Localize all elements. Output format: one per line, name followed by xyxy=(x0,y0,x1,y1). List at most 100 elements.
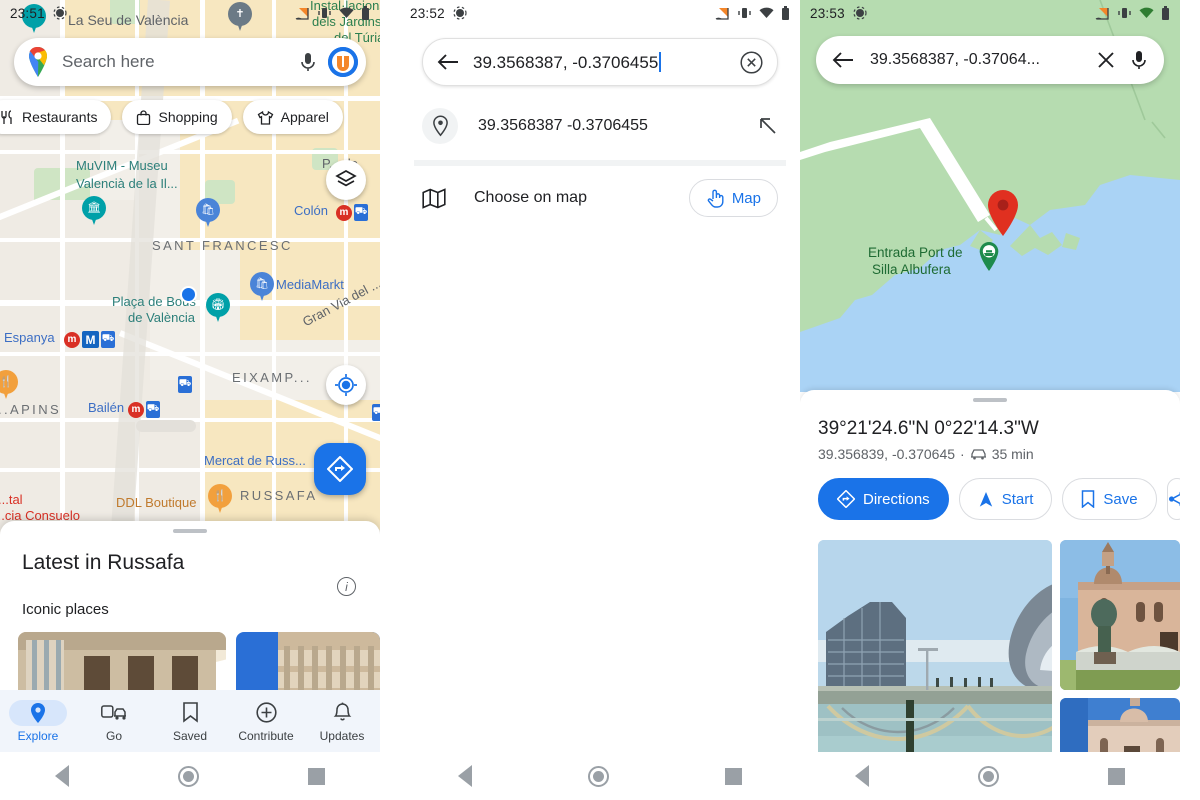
chip-label: Restaurants xyxy=(22,109,98,125)
meta-separator: · xyxy=(960,446,965,462)
clear-circle-icon[interactable] xyxy=(740,50,763,74)
map-label: Espanya xyxy=(4,330,55,345)
my-location-button[interactable] xyxy=(326,365,366,405)
save-button[interactable]: Save xyxy=(1062,478,1157,520)
tab-updates[interactable]: Updates xyxy=(304,700,380,743)
battery-icon xyxy=(1161,6,1170,20)
suggestion-row-coordinates[interactable]: 39.3568387 -0.3706455 xyxy=(400,100,800,152)
close-x-icon[interactable] xyxy=(1096,50,1116,70)
map-label: Mercat de Russ... xyxy=(204,453,306,468)
map-label: MediaMarkt xyxy=(276,277,344,292)
share-icon xyxy=(1168,490,1180,508)
back-arrow-icon[interactable] xyxy=(832,51,854,69)
map-chip-button[interactable]: Map xyxy=(688,179,778,217)
save-label: Save xyxy=(1103,490,1138,508)
map-pin-restaurant[interactable]: 🍴 xyxy=(0,370,18,402)
home-button[interactable] xyxy=(977,765,999,787)
tab-explore[interactable]: Explore xyxy=(0,699,76,743)
directions-icon xyxy=(837,490,855,508)
suggestion-text: 39.3568387 -0.3706455 xyxy=(478,117,648,134)
search-input[interactable]: Search here xyxy=(62,52,298,72)
directions-fab[interactable] xyxy=(314,443,366,495)
map-label: de València xyxy=(128,310,195,325)
home-button[interactable] xyxy=(177,765,199,787)
map-layers-button[interactable] xyxy=(326,160,366,200)
sheet-grabber[interactable] xyxy=(973,398,1007,402)
microphone-icon[interactable] xyxy=(298,51,318,73)
travel-time: 35 min xyxy=(991,446,1034,462)
map-pin-mediamarkt[interactable]: 🛍 xyxy=(250,272,274,304)
map-label: Entrada Port de xyxy=(868,245,963,260)
map-pin-restaurant[interactable]: 🍴 xyxy=(208,484,232,516)
photo-thumbnail[interactable] xyxy=(1060,540,1180,690)
home-button[interactable] xyxy=(588,765,609,787)
tab-label: Contribute xyxy=(238,728,294,743)
transit-badge-bailen[interactable]: m ⛟ xyxy=(128,401,160,418)
tab-saved[interactable]: Saved xyxy=(152,700,228,743)
choose-on-map-row[interactable]: Choose on map Map xyxy=(400,172,800,224)
vibrate-icon xyxy=(737,7,752,19)
back-button[interactable] xyxy=(458,765,472,787)
google-maps-logo-icon xyxy=(26,47,50,77)
search-input-value[interactable]: 39.3568387, -0.37064... xyxy=(870,51,1096,69)
map-label: Valencià de la Il... xyxy=(76,176,178,191)
map-pin-port-entrance[interactable] xyxy=(978,242,1000,272)
map-label: MuVIM - Museu xyxy=(76,158,168,173)
red-map-pin[interactable] xyxy=(986,190,1020,236)
transit-badge-espanya[interactable]: m M ⛟ xyxy=(64,331,115,348)
chip-shopping[interactable]: Shopping xyxy=(122,100,232,134)
chip-restaurants[interactable]: Restaurants xyxy=(0,100,112,134)
directions-button[interactable]: Directions xyxy=(818,478,949,520)
transit-badge[interactable]: ⛟ xyxy=(372,404,380,421)
gps-icon xyxy=(453,6,467,20)
cast-icon xyxy=(295,7,310,20)
back-button[interactable] xyxy=(854,765,869,787)
tab-go[interactable]: Go xyxy=(76,700,152,743)
transit-badge[interactable]: ⛟ xyxy=(178,376,192,393)
gps-icon xyxy=(853,6,867,20)
map-label: Colón xyxy=(294,203,328,218)
search-input[interactable]: 39.3568387, -0.3706455 xyxy=(473,51,740,73)
place-photo-grid xyxy=(818,540,1180,752)
place-details-sheet[interactable]: 39°21'24.6"N 0°22'14.3"W 39.356839, -0.3… xyxy=(800,390,1180,752)
cast-icon xyxy=(715,7,730,20)
photo-thumbnail[interactable] xyxy=(818,540,1052,752)
back-arrow-icon[interactable] xyxy=(437,53,459,71)
microphone-icon[interactable] xyxy=(1130,49,1148,71)
recents-button[interactable] xyxy=(308,767,326,785)
account-avatar[interactable] xyxy=(328,47,358,77)
arrow-up-left-icon[interactable] xyxy=(758,116,778,136)
map-chip-label: Map xyxy=(731,189,761,207)
search-bar[interactable]: 39.3568387, -0.37064... xyxy=(816,36,1164,84)
info-icon[interactable]: i xyxy=(337,577,356,596)
map-label: DDL Boutique xyxy=(116,495,197,510)
map-pin-shop[interactable]: 🛍 xyxy=(196,198,220,230)
cast-icon xyxy=(1095,7,1110,20)
map-pin-museum[interactable]: 🏛 xyxy=(82,196,106,228)
map-label: ...APINS xyxy=(0,402,62,417)
chip-label: Apparel xyxy=(280,109,329,125)
map-label: Bailén xyxy=(88,400,125,415)
chip-apparel[interactable]: Apparel xyxy=(242,100,343,134)
tab-label: Explore xyxy=(17,728,59,743)
map-label: Silla Albufera xyxy=(872,262,951,277)
restaurant-icon xyxy=(0,109,15,125)
search-bar[interactable]: 39.3568387, -0.3706455 xyxy=(422,38,778,86)
back-button[interactable] xyxy=(54,765,69,787)
transit-badge-colon[interactable]: m ⛟ xyxy=(336,204,368,221)
text-caret xyxy=(659,51,662,72)
vibrate-icon xyxy=(317,7,332,19)
bell-icon xyxy=(313,700,371,726)
recents-button[interactable] xyxy=(725,767,742,785)
share-button[interactable] xyxy=(1166,478,1180,520)
search-bar[interactable]: Search here xyxy=(14,38,366,86)
start-button[interactable]: Start xyxy=(958,478,1053,520)
tab-contribute[interactable]: Contribute xyxy=(228,700,304,743)
photo-thumbnail[interactable] xyxy=(1060,698,1180,752)
map-pin-plaza-de-toros[interactable]: 🏟 xyxy=(206,293,230,325)
category-chips: Restaurants Shopping Apparel xyxy=(0,100,380,134)
wifi-icon xyxy=(339,7,354,19)
search-input-value: 39.3568387, -0.3706455 xyxy=(473,52,659,72)
sheet-grabber[interactable] xyxy=(173,529,207,533)
recents-button[interactable] xyxy=(1108,767,1126,785)
